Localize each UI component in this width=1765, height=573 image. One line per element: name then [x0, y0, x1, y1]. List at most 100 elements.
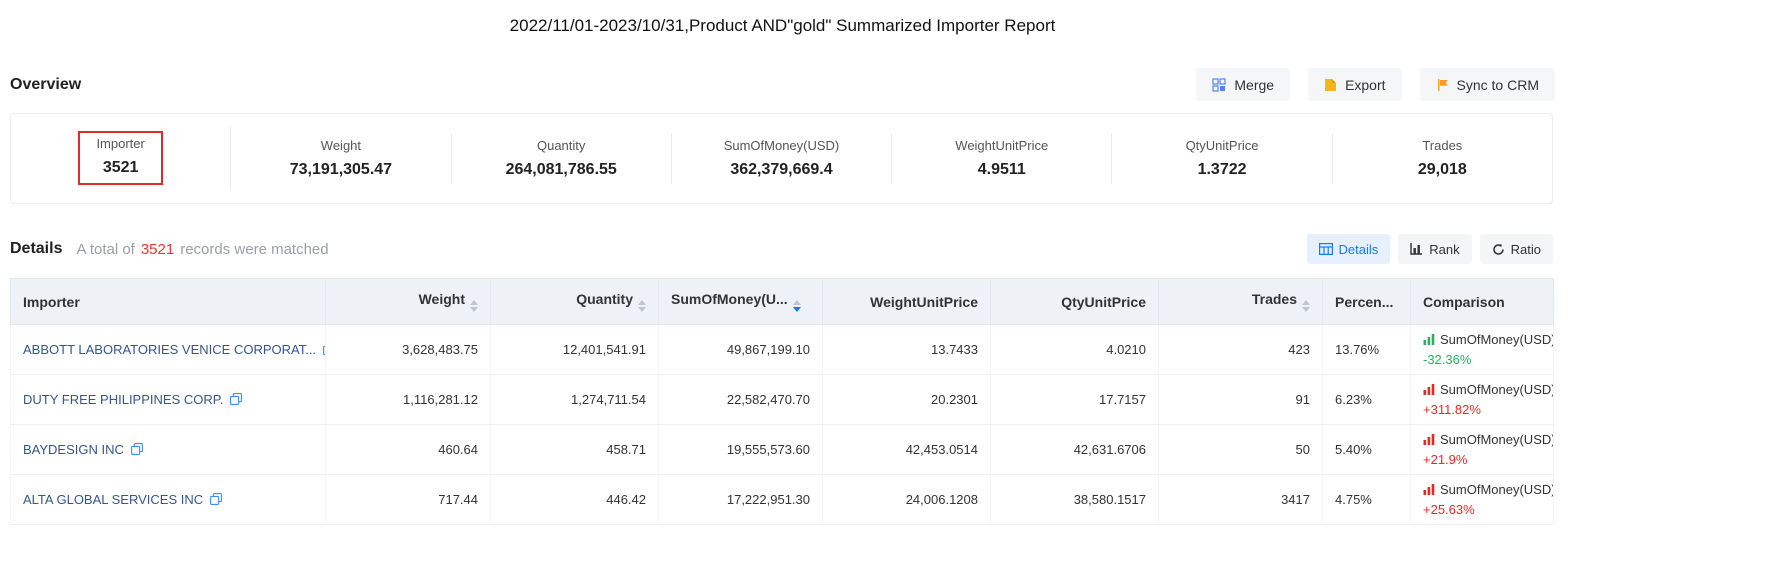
table-grid-icon	[1319, 243, 1333, 255]
trend-chart-icon	[1423, 384, 1435, 395]
stat-sum-of-money: SumOfMoney(USD) 362,379,669.4	[672, 133, 892, 184]
importer-link[interactable]: ALTA GLOBAL SERVICES INC	[23, 492, 203, 507]
stat-label: Weight	[231, 138, 450, 153]
details-title: Details	[10, 240, 62, 258]
merge-icon	[1212, 78, 1226, 92]
stat-value: 4.9511	[892, 161, 1111, 179]
importer-cell: BAYDESIGN INC	[11, 425, 326, 475]
col-header-trades[interactable]: Trades	[1159, 279, 1323, 325]
comparison-change: +25.63%	[1423, 502, 1541, 517]
view-tabs: Details Rank Ratio	[1307, 234, 1553, 264]
importer-link[interactable]: DUTY FREE PHILIPPINES CORP.	[23, 392, 223, 407]
toolbar: Merge Export Sync to CRM	[1196, 68, 1555, 101]
sum-of-money-cell: 49,867,199.10	[659, 325, 823, 375]
col-header-comparison: Comparison	[1411, 279, 1554, 325]
col-header-qty-unit-price: QtyUnitPrice	[991, 279, 1159, 325]
qty-unit-price-cell: 38,580.1517	[991, 475, 1159, 525]
tab-rank[interactable]: Rank	[1398, 234, 1471, 264]
comparison-metric-line: SumOfMoney(USD)	[1423, 482, 1541, 497]
tab-ratio[interactable]: Ratio	[1480, 234, 1553, 264]
sort-icon	[1302, 300, 1310, 312]
stat-weight: Weight 73,191,305.47	[231, 133, 451, 184]
trend-chart-icon	[1423, 434, 1435, 445]
col-header-importer: Importer	[11, 279, 326, 325]
col-header-percentage: Percen...	[1323, 279, 1411, 325]
importer-highlight-box: Importer 3521	[78, 131, 162, 185]
trades-cell: 3417	[1159, 475, 1323, 525]
quantity-cell: 458.71	[491, 425, 659, 475]
circular-arrow-icon	[1492, 243, 1505, 256]
comparison-metric-label: SumOfMoney(USD)	[1440, 382, 1554, 397]
comparison-metric-line: SumOfMoney(USD)	[1423, 332, 1541, 347]
bar-chart-icon	[1410, 243, 1423, 255]
comparison-change: +21.9%	[1423, 452, 1541, 467]
merge-button-label: Merge	[1234, 77, 1274, 93]
copy-icon[interactable]	[131, 443, 143, 458]
importer-link[interactable]: ABBOTT LABORATORIES VENICE CORPORAT...	[23, 342, 316, 357]
trades-cell: 423	[1159, 325, 1323, 375]
export-icon	[1324, 78, 1337, 92]
weight-cell: 460.64	[326, 425, 491, 475]
qty-unit-price-cell: 42,631.6706	[991, 425, 1159, 475]
comparison-metric-label: SumOfMoney(USD)	[1440, 332, 1554, 347]
tab-rank-label: Rank	[1429, 242, 1459, 257]
weight-cell: 3,628,483.75	[326, 325, 491, 375]
importer-link[interactable]: BAYDESIGN INC	[23, 442, 124, 457]
quantity-cell: 446.42	[491, 475, 659, 525]
stat-value: 264,081,786.55	[452, 161, 671, 179]
comparison-metric-line: SumOfMoney(USD)	[1423, 382, 1541, 397]
copy-icon[interactable]	[230, 393, 242, 408]
sum-of-money-cell: 19,555,573.60	[659, 425, 823, 475]
trades-cell: 50	[1159, 425, 1323, 475]
qty-unit-price-cell: 4.0210	[991, 325, 1159, 375]
importer-cell: DUTY FREE PHILIPPINES CORP.	[11, 375, 326, 425]
overview-title: Overview	[10, 76, 81, 94]
sum-of-money-cell: 22,582,470.70	[659, 375, 823, 425]
stat-importer: Importer 3521	[11, 126, 231, 190]
summary-suffix: records were matched	[180, 241, 328, 258]
table-row: ALTA GLOBAL SERVICES INC 717.44 446.42 1…	[11, 475, 1554, 525]
table-row: ABBOTT LABORATORIES VENICE CORPORAT... 3…	[11, 325, 1554, 375]
stat-label: QtyUnitPrice	[1112, 138, 1331, 153]
tab-details[interactable]: Details	[1307, 234, 1391, 264]
overview-header: Overview Merge Export Sync to CRM	[10, 68, 1555, 101]
stat-value: 1.3722	[1112, 161, 1331, 179]
importers-table: Importer Weight Quantity SumOfMoney(U...…	[10, 278, 1554, 525]
qty-unit-price-cell: 17.7157	[991, 375, 1159, 425]
stat-value: 3521	[96, 159, 144, 177]
stat-label: Trades	[1333, 138, 1552, 153]
trend-chart-icon	[1423, 334, 1435, 345]
copy-icon[interactable]	[210, 493, 222, 508]
stat-label: WeightUnitPrice	[892, 138, 1111, 153]
comparison-cell: SumOfMoney(USD) +25.63%	[1411, 475, 1554, 525]
table-row: BAYDESIGN INC 460.64 458.71 19,555,573.6…	[11, 425, 1554, 475]
comparison-change: +311.82%	[1423, 402, 1541, 417]
stat-trades: Trades 29,018	[1333, 133, 1552, 184]
records-summary: A total of 3521 records were matched	[76, 241, 328, 258]
stat-quantity: Quantity 264,081,786.55	[452, 133, 672, 184]
sync-to-crm-button-label: Sync to CRM	[1457, 77, 1539, 93]
stat-label: SumOfMoney(USD)	[672, 138, 891, 153]
export-button-label: Export	[1345, 77, 1385, 93]
comparison-change: -32.36%	[1423, 352, 1541, 367]
page-title: 2022/11/01-2023/10/31,Product AND"gold" …	[10, 0, 1555, 36]
summary-prefix: A total of	[76, 241, 134, 258]
tab-ratio-label: Ratio	[1511, 242, 1541, 257]
flag-icon	[1436, 78, 1449, 92]
trades-cell: 91	[1159, 375, 1323, 425]
export-button[interactable]: Export	[1308, 68, 1401, 101]
percentage-cell: 6.23%	[1323, 375, 1411, 425]
comparison-cell: SumOfMoney(USD) +21.9%	[1411, 425, 1554, 475]
stat-value: 362,379,669.4	[672, 161, 891, 179]
col-header-sum-of-money[interactable]: SumOfMoney(U...	[659, 279, 823, 325]
col-header-quantity[interactable]: Quantity	[491, 279, 659, 325]
comparison-metric-label: SumOfMoney(USD)	[1440, 482, 1554, 497]
sort-icon	[470, 300, 478, 312]
merge-button[interactable]: Merge	[1196, 68, 1290, 101]
col-header-weight[interactable]: Weight	[326, 279, 491, 325]
table-header-row: Importer Weight Quantity SumOfMoney(U...…	[11, 279, 1554, 325]
comparison-metric-line: SumOfMoney(USD)	[1423, 432, 1541, 447]
sync-to-crm-button[interactable]: Sync to CRM	[1420, 68, 1555, 101]
details-header: Details A total of 3521 records were mat…	[10, 234, 1553, 264]
weight-unit-price-cell: 20.2301	[823, 375, 991, 425]
